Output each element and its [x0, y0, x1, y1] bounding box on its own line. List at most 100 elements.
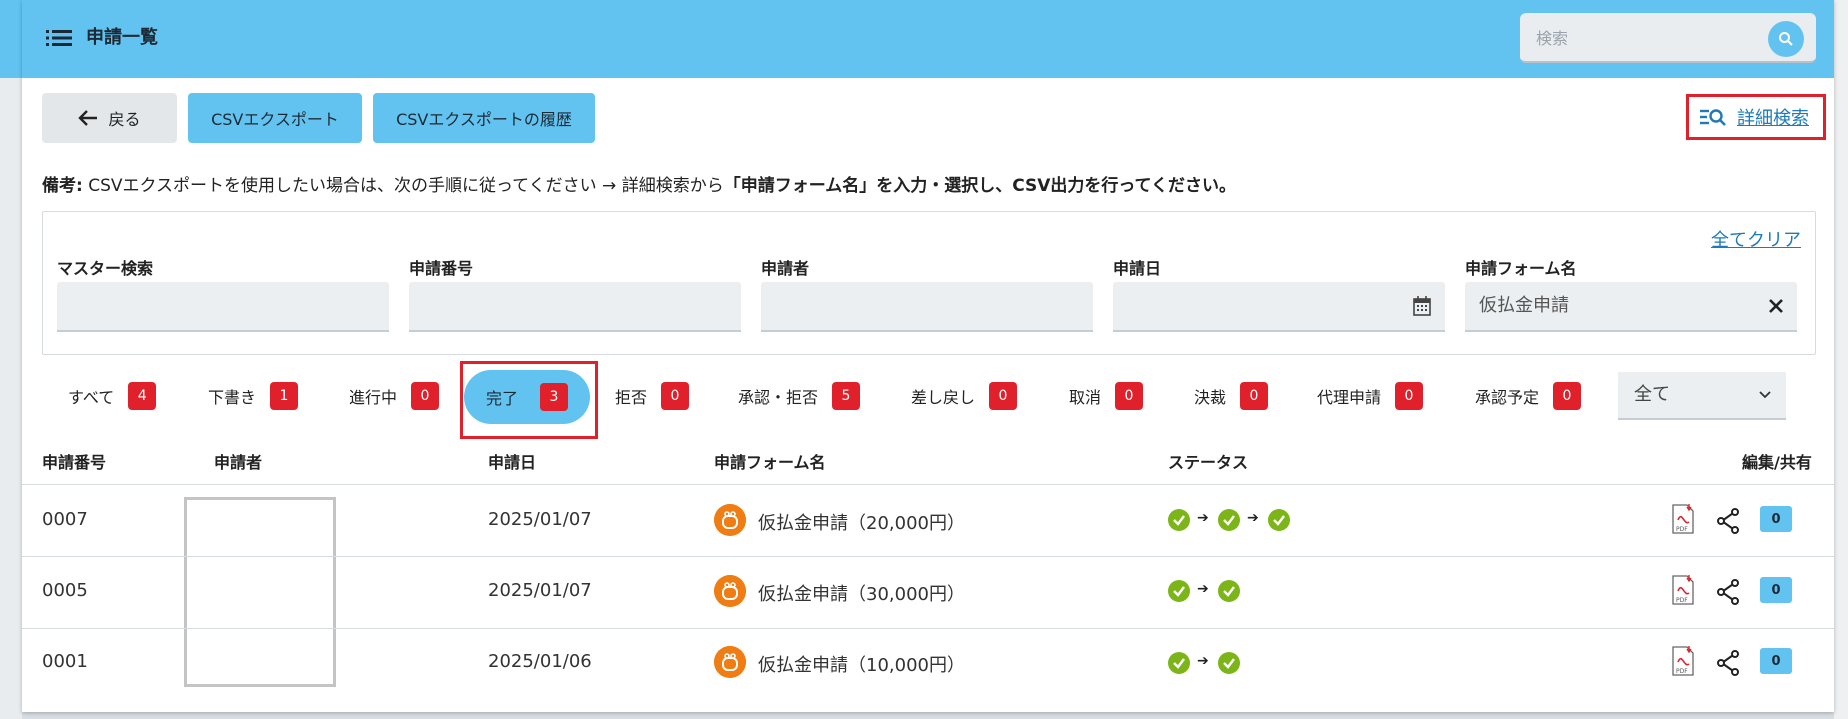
tab-label: 完了: [485, 389, 518, 408]
tab-draft[interactable]: 下書き 1: [208, 372, 299, 420]
arrow-right-icon: ➔: [1197, 653, 1209, 669]
share-icon[interactable]: [1716, 579, 1740, 605]
column-header-date: 申請日: [488, 453, 537, 472]
check-circle-icon: [1218, 652, 1240, 674]
arrow-left-icon: [78, 110, 98, 126]
app-header: 申請一覧: [22, 0, 1834, 78]
row-divider: [22, 628, 1834, 629]
back-button[interactable]: 戻る: [42, 93, 177, 143]
count-badge: 1: [270, 382, 299, 410]
pdf-icon[interactable]: PDF: [1672, 575, 1694, 605]
menu-icon[interactable]: [46, 29, 72, 47]
count-badge: 0: [411, 382, 440, 410]
svg-text:PDF: PDF: [1676, 668, 1688, 675]
tab-approve-reject[interactable]: 承認・拒否 5: [738, 372, 861, 420]
count-badge: 0: [661, 382, 690, 410]
application-date: 2025/01/06: [488, 651, 592, 672]
purse-icon: [714, 575, 746, 607]
master-search-label: マスター検索: [57, 259, 154, 278]
purse-icon: [714, 504, 746, 536]
tab-in-progress[interactable]: 進行中 0: [349, 372, 440, 420]
comment-icon[interactable]: 0: [1760, 506, 1792, 532]
application-number: 0005: [42, 580, 88, 601]
scope-select[interactable]: 全て: [1618, 372, 1786, 420]
comment-icon[interactable]: 0: [1760, 648, 1792, 674]
comment-count: 0: [1771, 653, 1781, 669]
scope-select-value: 全て: [1634, 384, 1670, 405]
application-date: 2025/01/07: [488, 580, 592, 601]
tab-label: 決裁: [1194, 388, 1227, 407]
application-number-field[interactable]: [409, 282, 741, 332]
share-icon[interactable]: [1716, 650, 1740, 676]
row-divider: [22, 556, 1834, 557]
column-header-status: ステータス: [1168, 453, 1249, 472]
arrow-right-icon: ➔: [1197, 581, 1209, 597]
tab-all[interactable]: すべて 4: [68, 372, 157, 420]
tab-proxy[interactable]: 代理申請 0: [1317, 372, 1424, 420]
calendar-icon[interactable]: [1413, 296, 1431, 316]
detail-search-link[interactable]: 詳細検索: [1686, 94, 1826, 140]
note-body: CSVエクスポートを使用したい場合は、次の手順に従ってください → 詳細検索から: [88, 176, 724, 196]
tab-label: 承認・拒否: [738, 388, 819, 407]
check-circle-icon: [1218, 509, 1240, 531]
master-search-field[interactable]: [57, 282, 389, 332]
filter-search-icon: [1700, 109, 1726, 126]
applicant-field[interactable]: [761, 282, 1093, 332]
form-name-label: 申請フォーム名: [1465, 259, 1577, 278]
csv-export-button[interactable]: CSVエクスポート: [188, 93, 362, 143]
note-bold: 「申請フォーム名」を入力・選択し、CSV出力を行ってください。: [723, 176, 1237, 196]
check-circle-icon: [1168, 509, 1190, 531]
form-name[interactable]: 仮払金申請（20,000円）: [758, 509, 965, 535]
tab-returned[interactable]: 差し戻し 0: [911, 372, 1018, 420]
share-icon[interactable]: [1716, 508, 1740, 534]
csv-export-history-button[interactable]: CSVエクスポートの履歴: [373, 93, 595, 143]
count-badge: 5: [832, 382, 861, 410]
tab-label: 差し戻し: [911, 388, 976, 407]
count-badge: 4: [128, 382, 157, 410]
form-name-field[interactable]: 仮払金申請: [1465, 282, 1797, 332]
background-strip-left: [0, 0, 22, 719]
count-badge: 0: [1395, 382, 1424, 410]
count-badge: 0: [1115, 382, 1144, 410]
note-prefix: 備考:: [42, 176, 83, 196]
comment-count: 0: [1771, 511, 1781, 527]
tab-cancelled[interactable]: 取消 0: [1069, 372, 1144, 420]
detail-search-label: 詳細検索: [1737, 108, 1809, 129]
count-badge: 3: [540, 383, 568, 411]
tab-decided[interactable]: 決裁 0: [1194, 372, 1269, 420]
form-name[interactable]: 仮払金申請（30,000円）: [758, 580, 965, 606]
global-search: [1520, 13, 1816, 63]
tab-scheduled[interactable]: 承認予定 0: [1475, 372, 1582, 420]
purse-icon: [714, 646, 746, 678]
svg-text:PDF: PDF: [1676, 526, 1688, 533]
column-header-actions: 編集/共有: [1742, 453, 1812, 472]
application-number-label: 申請番号: [409, 259, 474, 278]
search-icon: [1779, 32, 1793, 46]
arrow-right-icon: ➔: [1197, 510, 1209, 526]
pdf-icon[interactable]: PDF: [1672, 504, 1694, 534]
count-badge: 0: [1553, 382, 1582, 410]
tab-rejected[interactable]: 拒否 0: [615, 372, 690, 420]
pdf-icon[interactable]: PDF: [1672, 646, 1694, 676]
comment-icon[interactable]: 0: [1760, 577, 1792, 603]
check-circle-icon: [1168, 580, 1190, 602]
tab-completed[interactable]: 完了 3: [464, 370, 590, 424]
application-number: 0001: [42, 651, 88, 672]
tab-label: 拒否: [615, 388, 648, 407]
column-header-applicant: 申請者: [214, 453, 263, 472]
clear-all-link[interactable]: 全てクリア: [1711, 226, 1801, 252]
table-header-divider: [22, 484, 1834, 485]
form-name[interactable]: 仮払金申請（10,000円）: [758, 651, 965, 677]
back-button-label: 戻る: [108, 110, 141, 129]
search-button[interactable]: [1768, 21, 1804, 57]
close-icon[interactable]: [1769, 299, 1783, 313]
application-date-field[interactable]: [1113, 282, 1445, 332]
count-badge: 0: [989, 382, 1018, 410]
tab-label: 進行中: [349, 388, 398, 407]
tab-label: 取消: [1069, 388, 1102, 407]
background-strip-right: [1834, 0, 1848, 719]
application-list-page: 申請一覧 戻る CSVエクスポート CSVエクスポートの履歴: [22, 0, 1834, 712]
search-input[interactable]: [1534, 25, 1758, 51]
chevron-down-icon: [1759, 391, 1771, 399]
page-title: 申請一覧: [86, 27, 158, 48]
